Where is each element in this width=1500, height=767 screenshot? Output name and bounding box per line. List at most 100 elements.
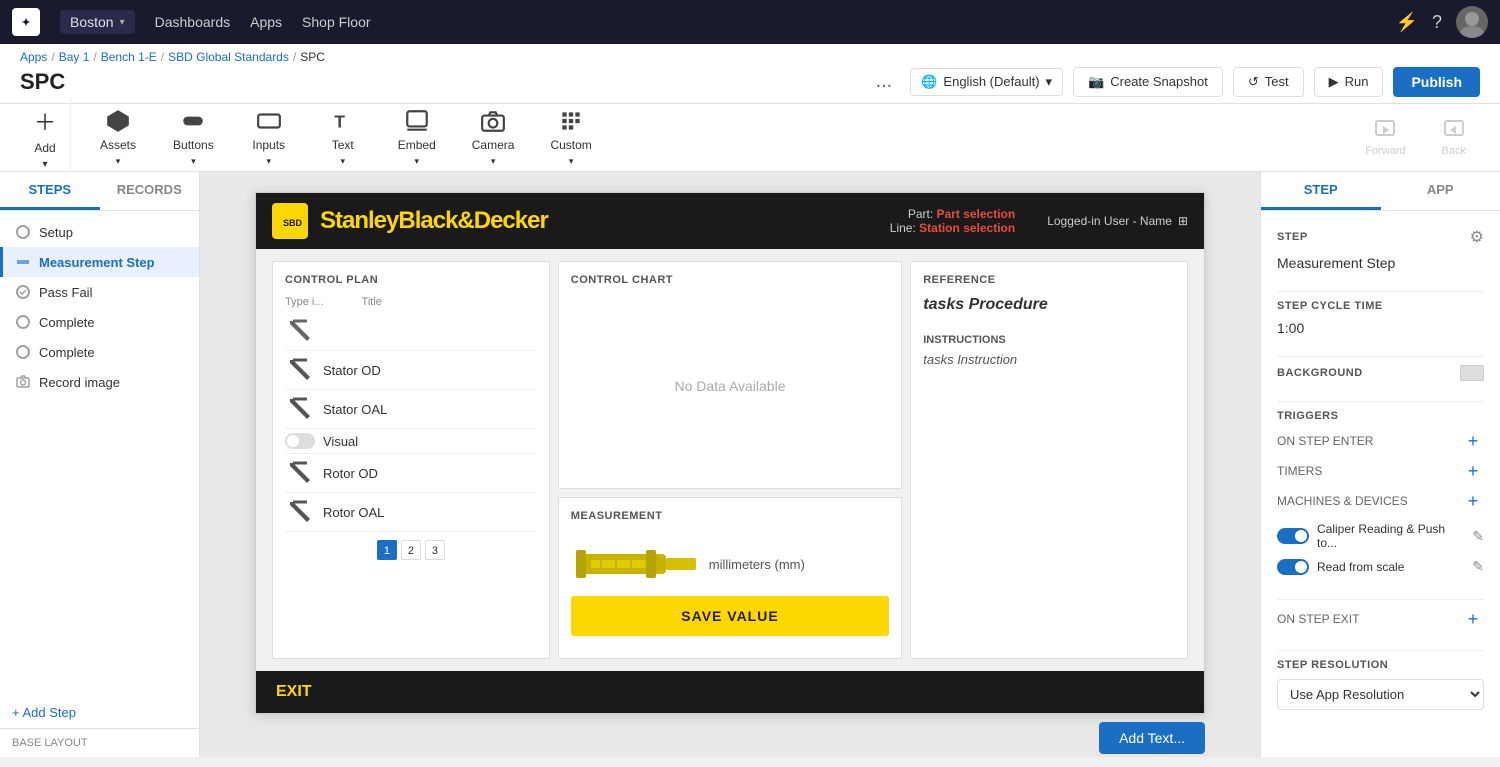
device-1-toggle[interactable] [1277,528,1309,544]
canvas-area: SBD StanleyBlack&Decker Part: Part selec… [200,172,1260,757]
step-resolution-select[interactable]: Use App Resolution [1277,679,1484,710]
buttons-tool[interactable]: Buttons ▾ [157,100,230,175]
step-item-measurement[interactable]: Measurement Step [0,247,199,277]
embed-tool[interactable]: Embed ▾ [382,100,452,175]
complete-icon-2 [15,344,31,360]
nav-shopfloor[interactable]: Shop Floor [302,14,370,30]
page-1[interactable]: 1 [377,540,397,560]
device-1-label: Caliper Reading & Push to... [1317,522,1464,550]
embed-icon [404,108,430,134]
forward-label: Forward [1365,145,1405,157]
step-item-setup[interactable]: Setup [0,217,199,247]
text-tool[interactable]: T Text ▾ [308,100,378,175]
forward-button[interactable]: Forward [1351,112,1419,163]
nav-dashboards[interactable]: Dashboards [155,14,231,30]
publish-button[interactable]: Publish [1393,67,1480,97]
app-header-info: Part: Part selection Line: Station selec… [890,207,1015,235]
app-canvas: SBD StanleyBlack&Decker Part: Part selec… [255,192,1205,714]
breadcrumb-sbd[interactable]: SBD Global Standards [168,50,289,64]
add-step-button[interactable]: + Add Step [0,697,199,728]
tab-step[interactable]: STEP [1261,172,1381,210]
rp-cycle-value: 1:00 [1277,320,1484,336]
user-avatar[interactable] [1456,6,1488,38]
add-icon: ＋ [34,105,56,137]
add-button[interactable]: ＋ Add ▾ [20,97,71,178]
step-item-passfail[interactable]: Pass Fail [0,277,199,307]
tab-steps[interactable]: STEPS [0,172,100,210]
measurement-icon [15,254,31,270]
measurement-col: MEASUREMENT [558,497,902,659]
timers-label: TIMERS [1277,464,1322,478]
cp-column-headers: Type i... Title [285,296,537,308]
instructions-section: INSTRUCTIONS tasks Instruction [923,334,1175,367]
run-button[interactable]: ▶ Run [1314,67,1384,97]
forward-icon [1373,118,1397,142]
cp-row-3: Visual [285,429,537,454]
location-selector[interactable]: Boston ▾ [60,10,135,34]
on-step-exit-add-button[interactable]: + [1462,608,1484,630]
create-snapshot-button[interactable]: 📷 Create Snapshot [1073,67,1223,97]
step-item-complete-1[interactable]: Complete [0,307,199,337]
activity-icon[interactable]: ⚡ [1396,12,1418,33]
cp-row-5: Rotor OAL [285,493,537,532]
step-label-complete-2: Complete [39,345,95,360]
page-2[interactable]: 2 [401,540,421,560]
caliper-icon-2 [285,394,315,424]
machines-devices-label: MACHINES & DEVICES [1277,494,1408,508]
breadcrumb-apps[interactable]: Apps [20,50,47,64]
custom-tool[interactable]: Custom ▾ [534,100,607,175]
nav-apps[interactable]: Apps [250,14,282,30]
language-selector[interactable]: 🌐 English (Default) ▾ [910,68,1063,96]
rp-triggers-section: TRIGGERS ON STEP ENTER + TIMERS + MACHIN… [1277,410,1484,579]
assets-label: Assets [100,138,136,152]
device-2-toggle[interactable] [1277,559,1309,575]
part-info: Part: Part selection [890,207,1015,221]
step-item-record-image[interactable]: Record image [0,367,199,397]
location-label: Boston [70,14,114,30]
test-button[interactable]: ↺ Test [1233,67,1304,97]
help-icon[interactable]: ? [1432,12,1442,33]
device-2-edit-icon[interactable]: ✎ [1472,558,1484,575]
camera-tool[interactable]: Camera ▾ [456,100,531,175]
step-item-complete-2[interactable]: Complete [0,337,199,367]
device-1-edit-icon[interactable]: ✎ [1472,528,1484,545]
run-icon: ▶ [1329,74,1339,90]
step-label-setup: Setup [39,225,73,240]
tab-app[interactable]: APP [1381,172,1500,210]
caliper-graphic [571,542,701,586]
page-3[interactable]: 3 [425,540,445,560]
control-plan-title: CONTROL PLAN [285,274,537,286]
add-text-button[interactable]: Add Text... [1099,722,1205,754]
caliper-icon-5 [285,497,315,527]
rp-cycle-title: STEP CYCLE TIME [1277,300,1383,312]
step-settings-icon[interactable]: ⚙ [1470,227,1484,247]
assets-tool[interactable]: Assets ▾ [83,100,153,175]
on-step-enter-add-button[interactable]: + [1462,430,1484,452]
breadcrumb-bay[interactable]: Bay 1 [59,50,90,64]
text-icon: T [330,108,356,134]
title-actions: ... 🌐 English (Default) ▾ 📷 Create Snaps… [868,66,1480,97]
page-title: SPC [20,69,65,95]
machines-add-button[interactable]: + [1462,490,1484,512]
background-toggle[interactable] [1460,365,1484,381]
breadcrumb-bench[interactable]: Bench 1-E [101,50,157,64]
save-value-button[interactable]: SAVE VALUE [571,596,889,636]
timers-add-button[interactable]: + [1462,460,1484,482]
user-expand-icon: ⊞ [1178,214,1188,228]
tab-records[interactable]: RECORDS [100,172,200,210]
record-image-icon [15,374,31,390]
back-button[interactable]: Back [1428,112,1480,163]
breadcrumb: Apps / Bay 1 / Bench 1-E / SBD Global St… [20,50,1480,64]
lang-icon: 🌐 [921,74,937,90]
inputs-tool[interactable]: Inputs ▾ [234,100,304,175]
complete-icon-1 [15,314,31,330]
app-brand-name: StanleyBlack&Decker [320,207,548,235]
rp-step-section: STEP ⚙ Measurement Step [1277,227,1484,271]
rp-step-resolution-header: STEP RESOLUTION [1277,659,1484,671]
more-options-button[interactable]: ... [868,66,901,97]
rp-triggers-title: TRIGGERS [1277,410,1338,422]
custom-icon [558,108,584,134]
control-chart-col: CONTROL CHART No Data Available [558,261,902,489]
lang-label: English (Default) [943,74,1039,89]
divider-4 [1277,599,1484,600]
